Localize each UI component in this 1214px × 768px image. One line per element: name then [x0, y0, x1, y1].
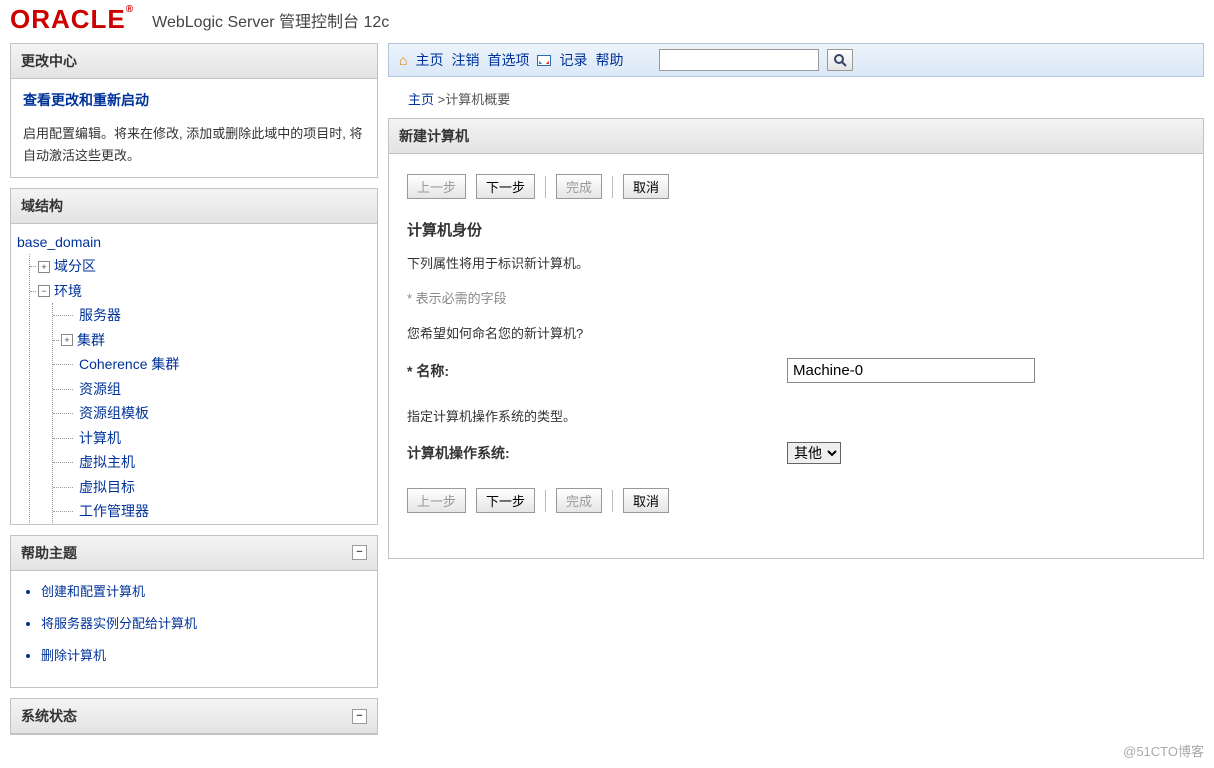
os-label: 计算机操作系统:: [407, 443, 787, 463]
breadcrumb: 主页 >计算机概要: [388, 85, 1204, 118]
help-topics-title: 帮助主题: [21, 543, 77, 563]
tree-leaf-servers[interactable]: 服务器: [79, 307, 121, 323]
main-content-panel: 新建计算机 上一步 下一步 完成 取消 计算机身份 下列属性将用于标识新计算机。…: [388, 118, 1204, 559]
os-select[interactable]: 其他: [787, 442, 841, 464]
system-status-panel: 系统状态 −: [10, 698, 378, 735]
tree-leaf-clusters[interactable]: 集群: [77, 328, 105, 353]
tree-leaf-resgroup[interactable]: 资源组: [79, 381, 121, 397]
collapse-icon[interactable]: −: [352, 545, 367, 560]
finish-button: 完成: [556, 174, 602, 199]
help-link-delete[interactable]: 删除计算机: [41, 648, 106, 663]
tree-leaf-resgroup-tmpl[interactable]: 资源组模板: [79, 405, 149, 421]
record-icon: [537, 55, 551, 66]
tree-leaf-workmgr[interactable]: 工作管理器: [79, 503, 149, 519]
search-icon: [833, 53, 847, 67]
change-center-header: 更改中心: [11, 44, 377, 79]
watermark: @51CTO博客: [1123, 741, 1204, 760]
required-note: * 表示必需的字段: [407, 289, 1185, 310]
name-label: * 名称:: [407, 361, 787, 381]
finish-button: 完成: [556, 488, 602, 513]
toolbar-logout[interactable]: 注销: [451, 50, 479, 70]
help-link-create[interactable]: 创建和配置计算机: [41, 584, 145, 599]
tree-node-environment[interactable]: 环境: [54, 279, 82, 304]
collapse-icon[interactable]: −: [38, 285, 50, 297]
tree-leaf-vhosts[interactable]: 虚拟主机: [79, 454, 135, 470]
next-button[interactable]: 下一步: [476, 174, 535, 199]
app-title: WebLogic Server 管理控制台 12c: [152, 8, 389, 32]
os-prompt: 指定计算机操作系统的类型。: [407, 407, 1185, 428]
tree-root[interactable]: base_domain: [17, 230, 101, 255]
tree-leaf-coherence[interactable]: Coherence 集群: [79, 356, 179, 372]
wizard-buttons-top: 上一步 下一步 完成 取消: [407, 174, 1185, 199]
search-input[interactable]: [659, 49, 819, 71]
oracle-logo: ORACLE®: [10, 4, 134, 35]
section-title: 计算机身份: [407, 219, 1185, 240]
cancel-button[interactable]: 取消: [623, 488, 669, 513]
next-button[interactable]: 下一步: [476, 488, 535, 513]
tree-node-partition[interactable]: 域分区: [54, 254, 96, 279]
top-toolbar: ⌂ 主页 注销 首选项 记录 帮助: [388, 43, 1204, 77]
expand-icon[interactable]: +: [61, 334, 73, 346]
domain-tree[interactable]: base_domain + 域分区 −环境 服务器 + 集群 Coherence 集…: [11, 224, 377, 524]
system-status-title: 系统状态: [21, 706, 77, 726]
content-panel-title: 新建计算机: [389, 119, 1203, 154]
back-button: 上一步: [407, 488, 466, 513]
home-icon: ⌂: [399, 52, 407, 68]
change-center-panel: 更改中心 查看更改和重新启动 启用配置编辑。将来在修改, 添加或删除此域中的项目…: [10, 43, 378, 178]
domain-structure-panel: 域结构 base_domain + 域分区 −环境 服务器 + 集群 Coheren…: [10, 188, 378, 525]
help-link-assign[interactable]: 将服务器实例分配给计算机: [41, 616, 197, 631]
view-changes-link[interactable]: 查看更改和重新启动: [23, 89, 365, 113]
name-prompt: 您希望如何命名您的新计算机?: [407, 324, 1185, 345]
toolbar-home[interactable]: 主页: [415, 50, 443, 70]
toolbar-record[interactable]: 记录: [559, 50, 587, 70]
breadcrumb-current: 计算机概要: [445, 92, 510, 107]
domain-structure-header: 域结构: [11, 189, 377, 224]
breadcrumb-home[interactable]: 主页: [408, 92, 434, 107]
toolbar-help[interactable]: 帮助: [595, 50, 623, 70]
expand-icon[interactable]: +: [38, 261, 50, 273]
help-topics-panel: 帮助主题 − 创建和配置计算机 将服务器实例分配给计算机 删除计算机: [10, 535, 378, 688]
change-center-title: 更改中心: [21, 51, 77, 71]
tree-leaf-machines[interactable]: 计算机: [79, 430, 121, 446]
search-button[interactable]: [827, 49, 853, 71]
domain-structure-title: 域结构: [21, 196, 63, 216]
app-header: ORACLE® WebLogic Server 管理控制台 12c: [0, 0, 1214, 43]
cancel-button[interactable]: 取消: [623, 174, 669, 199]
toolbar-preferences[interactable]: 首选项: [487, 50, 529, 70]
back-button: 上一步: [407, 174, 466, 199]
section-desc: 下列属性将用于标识新计算机。: [407, 254, 1185, 275]
machine-name-input[interactable]: [787, 358, 1035, 383]
collapse-icon[interactable]: −: [352, 709, 367, 724]
tree-leaf-vtargets[interactable]: 虚拟目标: [79, 479, 135, 495]
wizard-buttons-bottom: 上一步 下一步 完成 取消: [407, 488, 1185, 513]
change-center-desc: 启用配置编辑。将来在修改, 添加或删除此域中的项目时, 将自动激活这些更改。: [23, 123, 365, 167]
